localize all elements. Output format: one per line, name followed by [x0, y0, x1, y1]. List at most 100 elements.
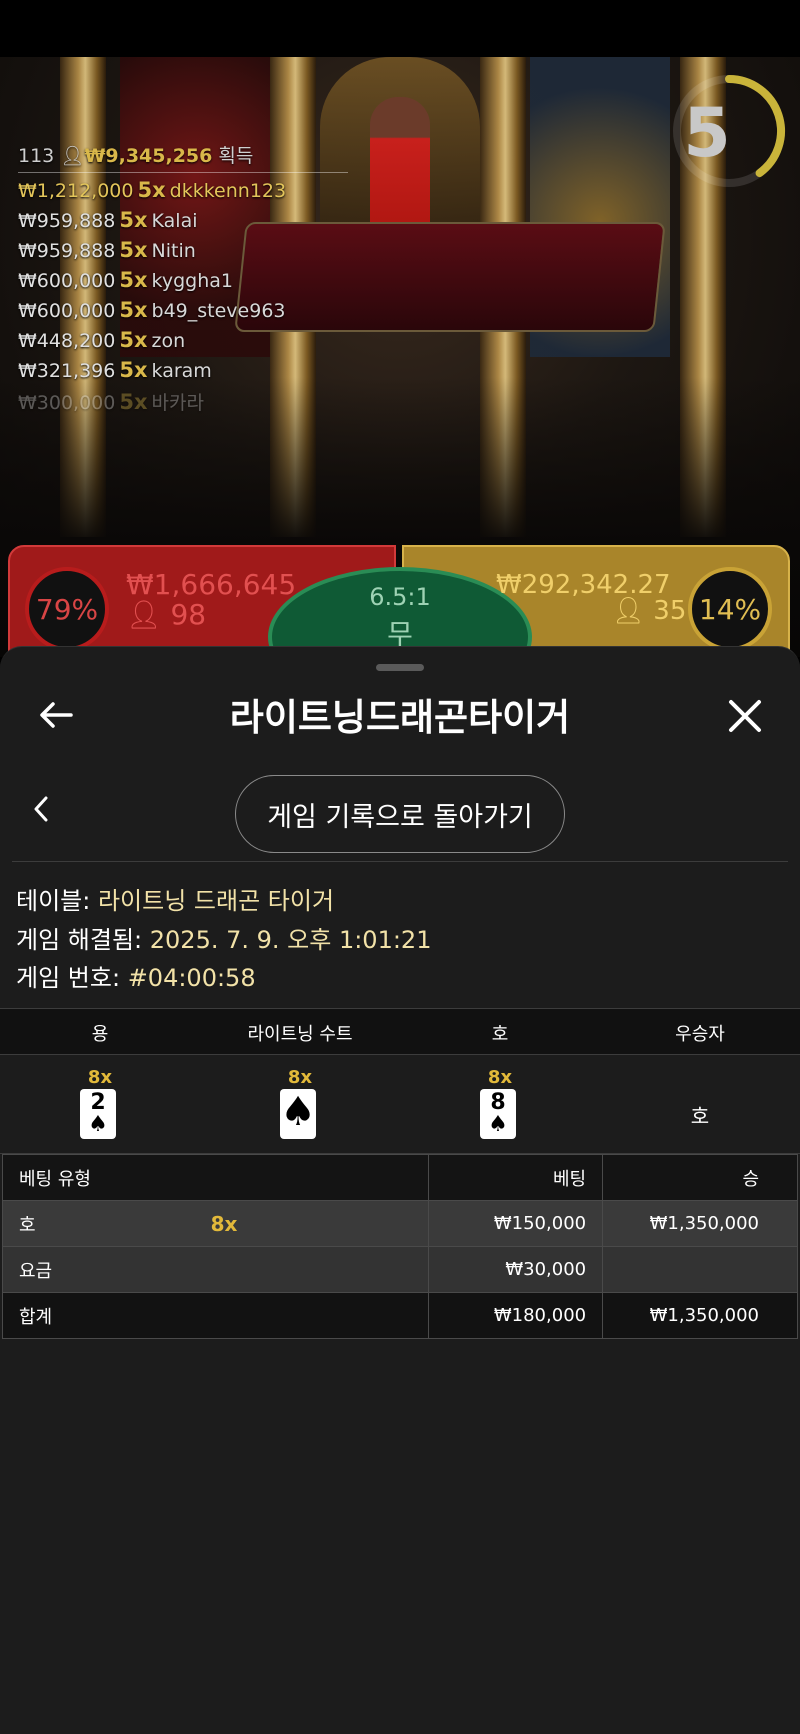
leader-mult: 5x — [119, 358, 148, 382]
chevron-left-icon — [34, 796, 48, 822]
table-info: 테이블: 라이트닝 드래곤 타이거 — [16, 887, 335, 915]
total-winnings: ₩9,345,256 — [84, 145, 213, 167]
table-row: 요금 ₩30,000 — [1, 1246, 798, 1293]
tiger-multiplier: 8x — [487, 1067, 513, 1088]
leader-amount: ₩300,000 — [18, 392, 116, 414]
leaderboard-row: ₩1,212,000 5x dkkkenn123 — [18, 178, 286, 202]
leader-amount: ₩959,888 — [18, 240, 116, 262]
dealer-table — [234, 222, 666, 332]
leader-amount: ₩1,212,000 — [18, 180, 134, 202]
table-row: 호 8x ₩150,000 ₩1,350,000 — [1, 1200, 798, 1247]
bet-type: 합계 — [1, 1292, 430, 1339]
table-name: 라이트닝 드래곤 타이거 — [97, 887, 335, 915]
dragon-multiplier: 8x — [87, 1067, 113, 1088]
leaderboard-row: ₩321,396 5x karam — [18, 358, 212, 382]
leader-amount: ₩600,000 — [18, 300, 116, 322]
bet-multiplier: 8x — [210, 1211, 238, 1236]
header-lightning-suit: 라이트닝 수트 — [247, 1024, 353, 1045]
leader-mult: 5x — [119, 328, 148, 352]
leader-amount: ₩321,396 — [18, 360, 116, 382]
lightning-suit-cell: 8x ♠ — [200, 1063, 400, 1147]
leader-mult: 5x — [137, 178, 166, 202]
header-bet: 베팅 — [428, 1154, 604, 1201]
tiger-player-count: 👤︎ 35 — [612, 596, 687, 626]
person-icon: 👤︎ — [612, 596, 646, 626]
header-win: 승 — [602, 1154, 798, 1201]
dragon-card-cell: 8x 2 ♠ — [0, 1063, 200, 1147]
dragon-percent: 79% — [25, 567, 109, 651]
resolved-time: 2025. 7. 9. 오후 1:01:21 — [149, 926, 432, 954]
tiger-card-cell: 8x 8 ♠ — [400, 1063, 600, 1147]
close-button[interactable] — [722, 693, 768, 739]
drag-handle[interactable] — [376, 664, 424, 671]
leader-mult: 5x — [119, 268, 148, 292]
win-amount — [602, 1246, 798, 1293]
bet-type: 요금 — [1, 1246, 430, 1293]
bet-amount: ₩30,000 — [428, 1246, 604, 1293]
sheet-title: 라이트닝드래곤타이거 — [229, 696, 571, 739]
close-icon — [729, 700, 761, 732]
back-button[interactable] — [34, 693, 78, 737]
spade-icon: ♠ — [88, 1112, 108, 1137]
lightning-multiplier: 8x — [287, 1067, 313, 1088]
tiger-card: 8 ♠ — [480, 1089, 516, 1139]
countdown-number: 5 — [683, 94, 731, 173]
winner-value: 호 — [690, 1104, 710, 1128]
round-stats: 113 👤︎₩9,345,256 획득 — [18, 141, 253, 168]
leader-name: b49_steve963 — [151, 300, 286, 322]
person-icon: 👤︎ — [126, 598, 162, 631]
resolved-info: 게임 해결됨: 2025. 7. 9. 오후 1:01:21 — [16, 926, 432, 954]
bets-header-row: 베팅 유형 베팅 승 — [1, 1154, 798, 1201]
person-icon: 👤︎ — [60, 145, 85, 167]
leader-name: kyggha1 — [151, 270, 233, 292]
cards-header-row: 용 라이트닝 수트 호 우승자 — [0, 1009, 800, 1055]
back-to-history-button[interactable]: 게임 기록으로 돌아가기 — [235, 775, 565, 853]
leader-amount: ₩600,000 — [18, 270, 116, 292]
leader-mult: 5x — [119, 208, 148, 232]
leader-name: Nitin — [151, 240, 196, 262]
player-count: 113 — [18, 145, 55, 167]
tie-payout: 6.5:1 — [369, 583, 431, 611]
leader-amount: ₩448,200 — [18, 330, 116, 352]
leaderboard-row: ₩959,888 5x Kalai — [18, 208, 198, 232]
lightning-suit-card: ♠ — [280, 1089, 316, 1139]
winnings-suffix: 획득 — [218, 145, 254, 167]
game-number-info: 게임 번호: #04:00:58 — [16, 964, 256, 992]
leaderboard-row: ₩600,000 5x b49_steve963 — [18, 298, 286, 322]
leader-mult: 5x — [119, 238, 148, 262]
leaderboard-row: ₩600,000 5x kyggha1 — [18, 268, 233, 292]
bets-table: 베팅 유형 베팅 승 호 8x ₩150,000 ₩1,350,000 요금 ₩3… — [1, 1154, 798, 1339]
tiger-percent: 14% — [688, 567, 772, 651]
leader-name: karam — [151, 360, 212, 382]
leaderboard-row: ₩448,200 5x zon — [18, 328, 185, 352]
game-number: #04:00:58 — [127, 964, 256, 992]
leader-name: Kalai — [151, 210, 198, 232]
win-amount: ₩1,350,000 — [602, 1292, 798, 1339]
header-tiger: 호 — [491, 1024, 509, 1045]
leader-mult: 5x — [119, 298, 148, 322]
game-history-sheet: 라이트닝드래곤타이거 게임 기록으로 돌아가기 테이블: 라이트닝 드래곤 타이… — [0, 646, 800, 1734]
cards-result-table: 용 라이트닝 수트 호 우승자 8x 2 ♠ 8x ♠ 8x 8 ♠ 호 — [0, 1008, 800, 1154]
leader-name: zon — [151, 330, 186, 352]
spade-icon: ♠ — [280, 1089, 316, 1135]
dragon-player-count: 👤︎ 98 — [126, 598, 207, 631]
leaderboard-row: ₩300,000 5x 바카라 — [18, 388, 204, 415]
bet-amount: ₩180,000 — [428, 1292, 604, 1339]
arrow-left-icon — [40, 702, 73, 728]
leader-amount: ₩959,888 — [18, 210, 116, 232]
header-winner: 우승자 — [675, 1024, 725, 1045]
header-bet-type: 베팅 유형 — [1, 1154, 430, 1201]
dragon-card: 2 ♠ — [80, 1089, 116, 1139]
bet-type: 호 — [19, 1214, 36, 1236]
status-bar — [0, 0, 800, 57]
win-amount: ₩1,350,000 — [602, 1200, 798, 1247]
previous-button[interactable] — [26, 791, 56, 827]
leader-mult: 5x — [119, 390, 148, 414]
leaderboard-divider — [18, 172, 348, 173]
header-dragon: 용 — [91, 1024, 109, 1045]
section-divider — [12, 861, 788, 862]
winner-cell: 호 — [600, 1063, 800, 1147]
dragon-total-bet: ₩1,666,645 — [126, 568, 297, 601]
bet-amount: ₩150,000 — [428, 1200, 604, 1247]
leader-name: dkkkenn123 — [169, 180, 287, 202]
